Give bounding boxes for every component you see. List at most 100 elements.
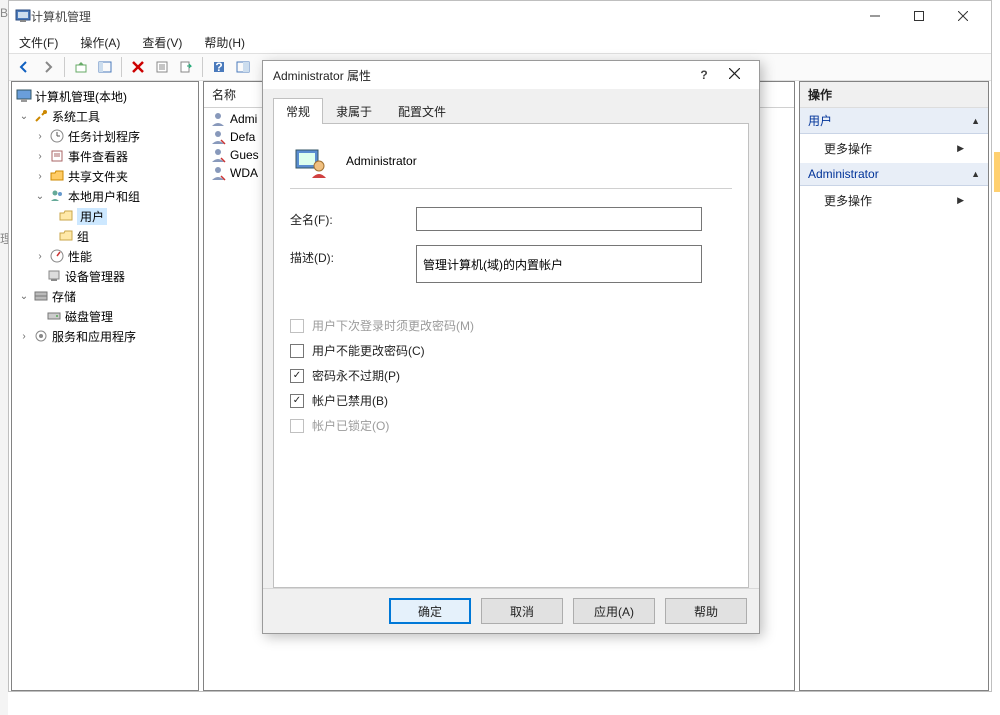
tree-services[interactable]: ›服务和应用程序	[14, 326, 196, 346]
app-icon	[15, 8, 31, 24]
collapse-icon: ▲	[971, 116, 980, 126]
maximize-button[interactable]	[897, 2, 941, 30]
close-button[interactable]	[941, 2, 985, 30]
export-button[interactable]	[175, 56, 197, 78]
arrow-right-icon: ▶	[957, 195, 964, 206]
tab-general[interactable]: 常规	[273, 98, 323, 124]
up-button[interactable]	[70, 56, 92, 78]
apply-button[interactable]: 应用(A)	[573, 598, 655, 624]
fullname-input[interactable]	[416, 207, 702, 231]
title-bar: 计算机管理	[9, 1, 991, 31]
disk-icon	[46, 308, 62, 324]
expand-icon[interactable]: ›	[34, 151, 46, 162]
right-edge-fragment	[994, 152, 1000, 192]
tree-devmgr[interactable]: 设备管理器	[14, 266, 196, 286]
event-icon	[49, 148, 65, 164]
dialog-help-button[interactable]: ?	[689, 68, 719, 82]
tab-strip: 常规 隶属于 配置文件	[273, 97, 749, 124]
collapse-icon[interactable]: ⌄	[18, 111, 30, 122]
help-button[interactable]: ?	[208, 56, 230, 78]
window-title: 计算机管理	[31, 8, 853, 25]
dialog-button-bar: 确定 取消 应用(A) 帮助	[263, 588, 759, 633]
menu-file[interactable]: 文件(F)	[15, 32, 62, 53]
properties-dialog: Administrator 属性 ? 常规 隶属于 配置文件 Administr…	[262, 60, 760, 634]
forward-button[interactable]	[37, 56, 59, 78]
actions-more-2[interactable]: 更多操作▶	[800, 186, 988, 215]
menu-help[interactable]: 帮助(H)	[200, 32, 249, 53]
user-disabled-icon	[210, 147, 226, 163]
actions-section-admin[interactable]: Administrator▲	[800, 163, 988, 186]
checkbox-disabled[interactable]: ✓帐户已禁用(B)	[290, 392, 732, 409]
expand-icon[interactable]: ›	[34, 131, 46, 142]
minimize-button[interactable]	[853, 2, 897, 30]
actions-title: 操作	[800, 82, 988, 108]
tree-systools[interactable]: ⌄ 系统工具	[14, 106, 196, 126]
checkbox-icon: ✓	[290, 394, 304, 408]
tree-localusers[interactable]: ⌄本地用户和组	[14, 186, 196, 206]
tree-event[interactable]: ›事件查看器	[14, 146, 196, 166]
folder-icon	[58, 208, 74, 224]
actions-pane: 操作 用户▲ 更多操作▶ Administrator▲ 更多操作▶	[799, 81, 989, 691]
tree-storage[interactable]: ⌄存储	[14, 286, 196, 306]
left-edge-fragment: B理	[0, 0, 8, 715]
actions-section-users[interactable]: 用户▲	[800, 108, 988, 134]
separator	[290, 188, 732, 189]
menu-action[interactable]: 操作(A)	[76, 32, 124, 53]
tab-profile[interactable]: 配置文件	[385, 98, 459, 124]
user-disabled-icon	[210, 165, 226, 181]
collapse-icon[interactable]: ⌄	[34, 191, 46, 202]
users-icon	[49, 188, 65, 204]
perf-icon	[49, 248, 65, 264]
tree-perf[interactable]: ›性能	[14, 246, 196, 266]
actions-more-1[interactable]: 更多操作▶	[800, 134, 988, 163]
help-button[interactable]: 帮助	[665, 598, 747, 624]
tree-diskmgr[interactable]: 磁盘管理	[14, 306, 196, 326]
services-icon	[33, 328, 49, 344]
clock-icon	[49, 128, 65, 144]
checkbox-nochange[interactable]: 用户不能更改密码(C)	[290, 342, 732, 359]
checkbox-icon	[290, 344, 304, 358]
checkbox-icon	[290, 419, 304, 433]
back-button[interactable]	[13, 56, 35, 78]
description-label: 描述(D):	[290, 245, 416, 266]
delete-button[interactable]	[127, 56, 149, 78]
expand-icon[interactable]: ›	[34, 171, 46, 182]
tree-task[interactable]: ›任务计划程序	[14, 126, 196, 146]
tab-content: Administrator 全名(F): 描述(D): 用户下次登录时须更改密码…	[273, 124, 749, 588]
collapse-icon[interactable]: ⌄	[18, 291, 30, 302]
user-icon	[210, 111, 226, 127]
user-disabled-icon	[210, 129, 226, 145]
show-hide-tree-button[interactable]	[94, 56, 116, 78]
dialog-title: Administrator 属性	[273, 67, 689, 84]
dialog-close-button[interactable]	[719, 68, 749, 82]
expand-icon[interactable]: ›	[18, 331, 30, 342]
refresh-button[interactable]	[232, 56, 254, 78]
svg-text:?: ?	[215, 60, 222, 74]
shared-folder-icon	[49, 168, 65, 184]
arrow-right-icon: ▶	[957, 143, 964, 154]
checkbox-icon: ✓	[290, 369, 304, 383]
properties-button[interactable]	[151, 56, 173, 78]
tree-groups[interactable]: 组	[14, 226, 196, 246]
checkbox-locked: 帐户已锁定(O)	[290, 417, 732, 434]
tree-root[interactable]: 计算机管理(本地)	[14, 86, 196, 106]
collapse-icon: ▲	[971, 169, 980, 179]
cancel-button[interactable]: 取消	[481, 598, 563, 624]
menu-bar: 文件(F) 操作(A) 查看(V) 帮助(H)	[9, 31, 991, 53]
tab-member[interactable]: 隶属于	[323, 98, 385, 124]
checkbox-neverexpire[interactable]: ✓密码永不过期(P)	[290, 367, 732, 384]
device-icon	[46, 268, 62, 284]
ok-button[interactable]: 确定	[389, 598, 471, 624]
user-large-icon	[294, 144, 328, 178]
tree-shared[interactable]: ›共享文件夹	[14, 166, 196, 186]
fullname-label: 全名(F):	[290, 207, 416, 228]
description-input[interactable]	[416, 245, 702, 283]
dialog-title-bar: Administrator 属性 ?	[263, 61, 759, 89]
menu-view[interactable]: 查看(V)	[138, 32, 186, 53]
tree-users[interactable]: 用户	[14, 206, 196, 226]
storage-icon	[33, 288, 49, 304]
expand-icon[interactable]: ›	[34, 251, 46, 262]
user-name: Administrator	[346, 154, 417, 168]
checkbox-icon	[290, 319, 304, 333]
computer-icon	[16, 88, 32, 104]
